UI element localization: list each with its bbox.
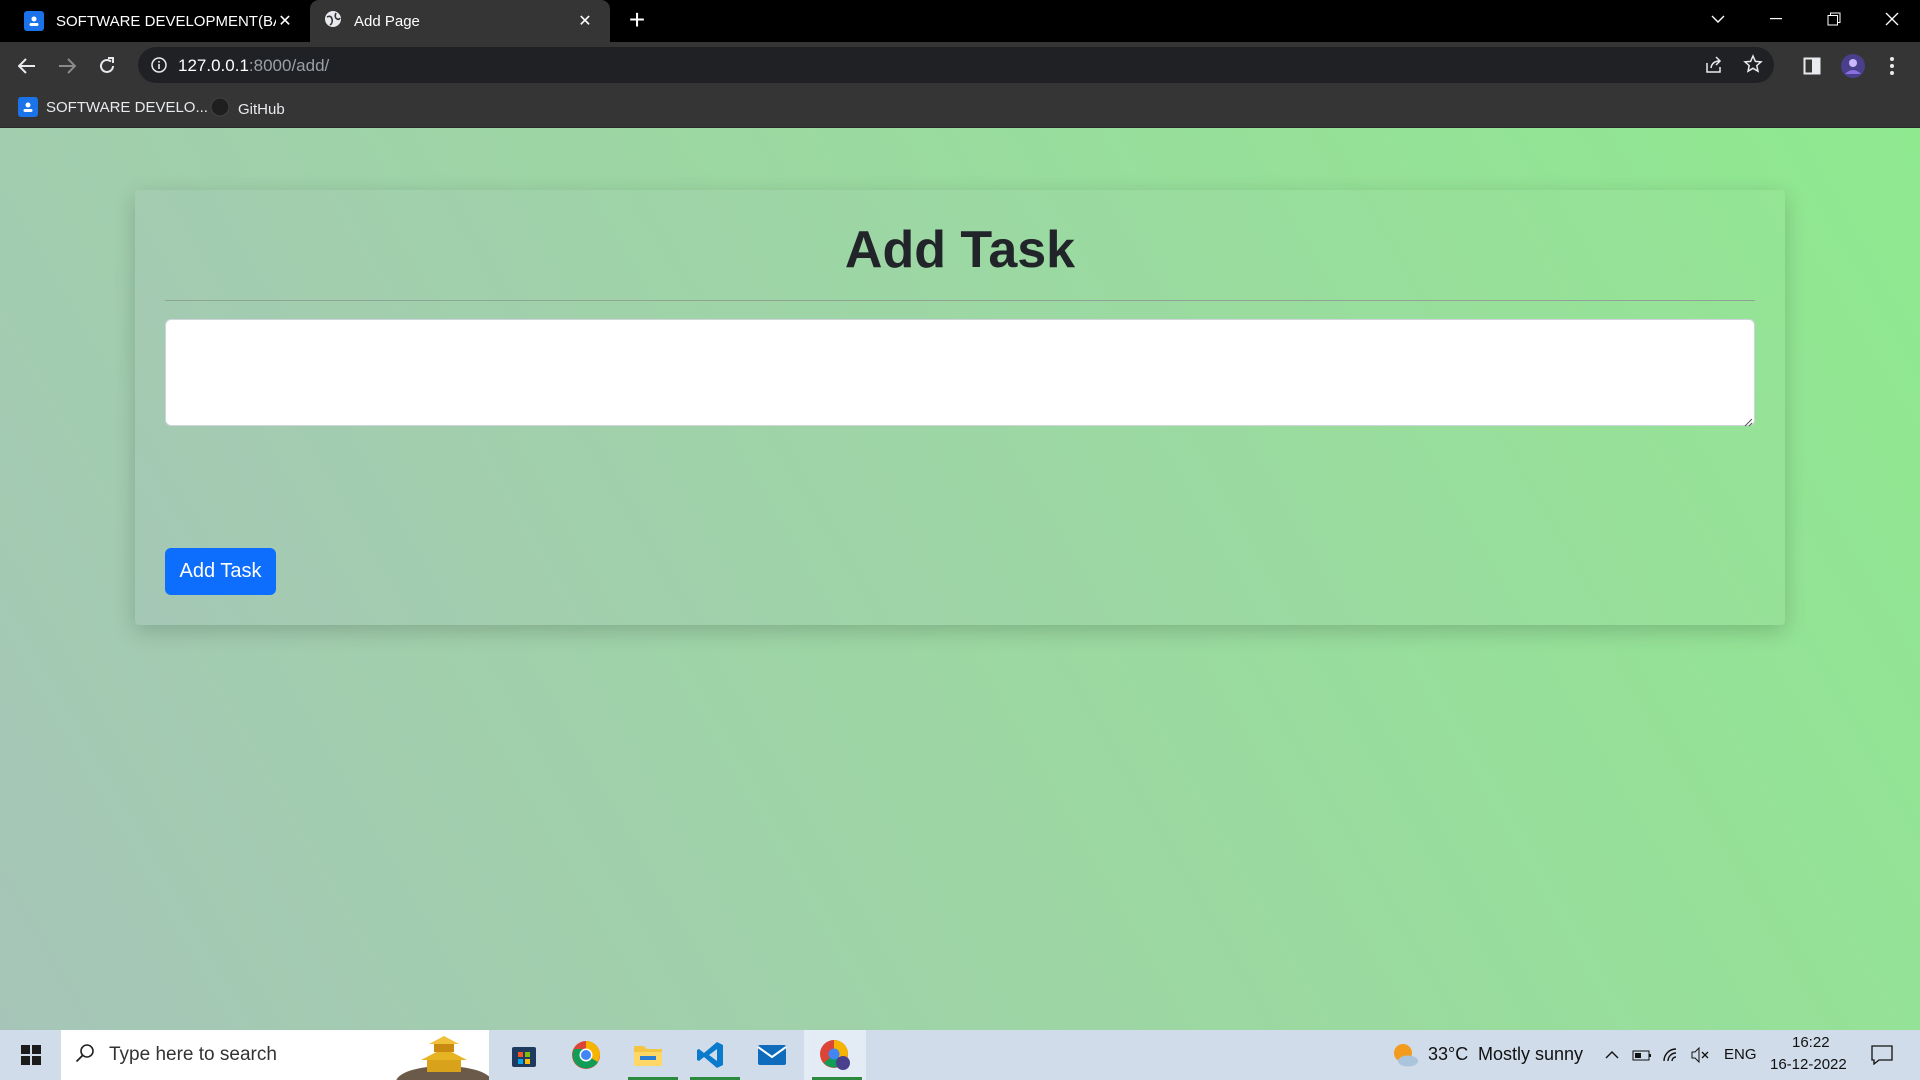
- close-tab-icon[interactable]: ✕: [574, 10, 596, 32]
- globe-icon: [324, 10, 342, 32]
- forward-arrow-icon[interactable]: [51, 50, 83, 82]
- address-bar[interactable]: 127.0.0.1:8000/add/: [138, 47, 1774, 83]
- bookmark-github[interactable]: GitHub: [210, 97, 285, 121]
- tab-software-development[interactable]: SOFTWARE DEVELOPMENT(BATC ✕: [0, 0, 310, 42]
- search-highlight-temple-icon: [389, 1030, 492, 1080]
- browser-toolbar: 127.0.0.1:8000/add/: [0, 42, 1920, 88]
- add-task-button[interactable]: Add Task: [165, 548, 276, 595]
- site-info-icon[interactable]: [150, 56, 168, 79]
- side-panel-icon[interactable]: [1796, 50, 1828, 82]
- bookmark-label: SOFTWARE DEVELO...: [46, 98, 208, 116]
- windows-start-icon[interactable]: [0, 1030, 61, 1080]
- profile-avatar[interactable]: [1837, 50, 1869, 82]
- close-window-icon[interactable]: [1864, 0, 1920, 38]
- weather-description[interactable]: Mostly sunny: [1478, 1044, 1583, 1065]
- chrome-profile-icon[interactable]: [804, 1030, 866, 1080]
- back-arrow-icon[interactable]: [11, 50, 43, 82]
- minimize-icon[interactable]: [1748, 0, 1804, 38]
- bookmarks-bar: SOFTWARE DEVELO... GitHub: [0, 88, 1920, 128]
- volume-muted-icon[interactable]: [1688, 1030, 1712, 1080]
- store-icon[interactable]: [500, 1030, 548, 1080]
- divider: [165, 300, 1755, 301]
- vscode-icon[interactable]: [684, 1030, 740, 1080]
- page-viewport: Add Task Add Task: [0, 128, 1920, 1030]
- resize-handle-icon[interactable]: [1743, 414, 1753, 427]
- weather-icon[interactable]: [1390, 1030, 1422, 1080]
- chevron-up-icon[interactable]: [1600, 1030, 1624, 1080]
- wifi-icon[interactable]: [1660, 1030, 1684, 1080]
- clock-time[interactable]: 16:22: [1792, 1034, 1830, 1051]
- search-icon: [75, 1043, 95, 1068]
- tab-strip: SOFTWARE DEVELOPMENT(BATC ✕ Add Page ✕ +: [0, 0, 1920, 42]
- classroom-icon: [18, 97, 38, 117]
- chrome-icon[interactable]: [560, 1030, 612, 1080]
- add-task-card: Add Task Add Task: [135, 190, 1785, 625]
- battery-icon[interactable]: [1630, 1030, 1654, 1080]
- search-placeholder: Type here to search: [109, 1044, 277, 1065]
- tab-add-page[interactable]: Add Page ✕: [310, 0, 610, 42]
- reload-icon[interactable]: [91, 50, 123, 82]
- close-tab-icon[interactable]: ✕: [274, 10, 296, 32]
- tab-title: SOFTWARE DEVELOPMENT(BATC: [56, 12, 276, 30]
- url-host: 127.0.0.1: [178, 56, 249, 75]
- notifications-icon[interactable]: [1862, 1030, 1902, 1080]
- url-path: :8000/add/: [248, 56, 330, 75]
- tab-search-chevron-icon[interactable]: [1690, 0, 1746, 38]
- url-text[interactable]: 127.0.0.1:8000/add/: [178, 56, 329, 76]
- file-explorer-icon[interactable]: [622, 1030, 678, 1080]
- page-title: Add Task: [844, 221, 1076, 279]
- bookmark-software-development[interactable]: SOFTWARE DEVELO...: [18, 97, 208, 117]
- more-menu-icon[interactable]: [1876, 50, 1908, 82]
- bookmark-star-icon[interactable]: [1743, 54, 1763, 79]
- clock-date[interactable]: 16-12-2022: [1770, 1056, 1847, 1073]
- restore-icon[interactable]: [1806, 0, 1862, 38]
- classroom-icon: [24, 11, 44, 31]
- task-input[interactable]: [165, 319, 1755, 426]
- weather-temperature[interactable]: 33°C: [1428, 1044, 1468, 1065]
- language-indicator[interactable]: ENG: [1724, 1046, 1757, 1063]
- taskbar-search-box[interactable]: Type here to search: [61, 1030, 492, 1080]
- bookmark-label: GitHub: [238, 100, 285, 118]
- tab-title: Add Page: [354, 12, 420, 30]
- windows-taskbar: Type here to search 33°C Mostly sunny EN…: [0, 1030, 1920, 1080]
- new-tab-plus-icon[interactable]: +: [622, 6, 652, 36]
- share-icon[interactable]: [1704, 55, 1724, 80]
- github-icon: [210, 97, 230, 121]
- mail-icon[interactable]: [746, 1030, 798, 1080]
